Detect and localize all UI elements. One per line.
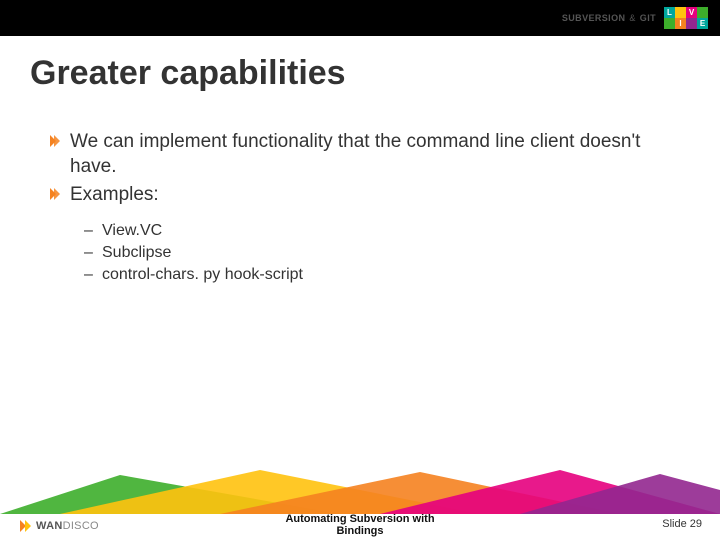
sub-bullet-text: control-chars. py hook-script (102, 266, 303, 284)
bullet-item: Examples: (50, 183, 680, 208)
sub-bullet-item: – control-chars. py hook-script (84, 266, 680, 284)
bullet-text: We can implement functionality that the … (70, 130, 680, 179)
live-logo: L I V E (664, 7, 708, 29)
live-square (664, 18, 675, 29)
brand-block: SUBVERSION & GIT L I V E (562, 6, 708, 30)
sub-bullet-text: View.VC (102, 222, 162, 240)
sub-bullet-list: – View.VC – Subclipse – control-chars. p… (84, 222, 680, 284)
bullet-text: Examples: (70, 183, 159, 208)
slide-title: Greater capabilities (30, 54, 346, 93)
dash-icon: – (84, 222, 102, 240)
sub-bullet-text: Subclipse (102, 244, 171, 262)
dash-icon: – (84, 244, 102, 262)
footer-logo-text: WANDISCO (36, 520, 99, 532)
live-square (697, 7, 708, 18)
footer-decoration (0, 470, 720, 514)
bullet-item: We can implement functionality that the … (50, 130, 680, 179)
live-letter-l: L (664, 7, 675, 18)
footer-logo-wan: WAN (36, 520, 63, 532)
footer-center-title: Automating Subversion with Bindings (285, 513, 434, 538)
content-area: We can implement functionality that the … (50, 130, 680, 288)
brand-text: SUBVERSION & GIT (562, 13, 656, 23)
live-square (675, 7, 686, 18)
dash-icon: – (84, 266, 102, 284)
live-letter-i: I (675, 18, 686, 29)
sub-bullet-item: – View.VC (84, 222, 680, 240)
chevron-icon (50, 135, 64, 147)
chevron-icon (20, 520, 32, 532)
sub-bullet-item: – Subclipse (84, 244, 680, 262)
footer-center-line2: Bindings (285, 525, 434, 538)
live-square (686, 18, 697, 29)
footer-center-line1: Automating Subversion with (285, 513, 434, 526)
chevron-icon (50, 188, 64, 200)
brand-ampersand: & (629, 13, 635, 23)
live-letter-v: V (686, 7, 697, 18)
brand-subversion: SUBVERSION (562, 13, 626, 23)
live-letter-e: E (697, 18, 708, 29)
footer-logo: WANDISCO (20, 520, 99, 532)
slide-number: Slide 29 (662, 518, 702, 530)
brand-git: GIT (640, 13, 656, 23)
slide: SUBVERSION & GIT L I V E Greater capabil… (0, 0, 720, 540)
footer-logo-disco: DISCO (63, 520, 99, 532)
